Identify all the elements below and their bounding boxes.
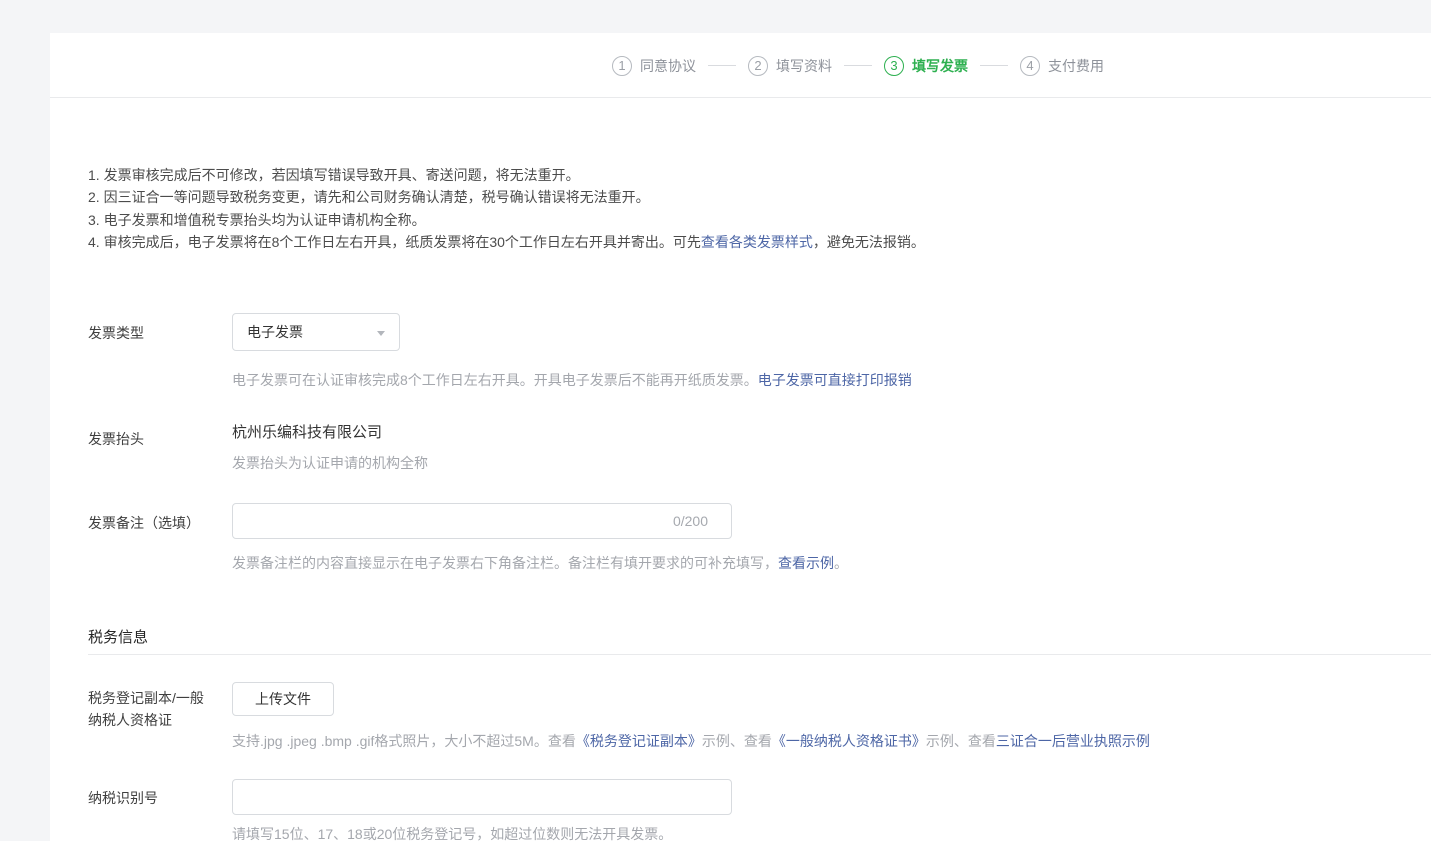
note-line-1: 1. 发票审核完成后不可修改，若因填写错误导致开具、寄送问题，将无法重开。: [88, 164, 1048, 186]
step-2-label: 填写资料: [776, 56, 832, 76]
step-connector: [708, 65, 736, 66]
step-1-circle: 1: [612, 56, 632, 76]
char-counter: 0/200: [673, 513, 708, 529]
invoice-notes: 1. 发票审核完成后不可修改，若因填写错误导致开具、寄送问题，将无法重开。 2.…: [88, 164, 1048, 254]
upload-help: 支持.jpg .jpeg .bmp .gif格式照片，大小不超过5M。查看《税务…: [232, 731, 1150, 751]
note-4-text: 4. 审核完成后，电子发票将在8个工作日左右开具，纸质发票将在30个工作日左右开…: [88, 234, 701, 250]
note-1-text: 1. 发票审核完成后不可修改，若因填写错误导致开具、寄送问题，将无法重开。: [88, 167, 580, 183]
step-fill-info: 2 填写资料: [748, 56, 832, 76]
remark-example-link[interactable]: 查看示例: [778, 555, 834, 571]
step-3-circle: 3: [884, 56, 904, 76]
progress-stepper: 1 同意协议 2 填写资料 3 填写发票 4 支付费用: [612, 33, 1104, 98]
note-line-3: 3. 电子发票和增值税专票抬头均为认证申请机构全称。: [88, 209, 1048, 231]
step-1-label: 同意协议: [640, 56, 696, 76]
note-line-2: 2. 因三证合一等问题导致税务变更，请先和公司财务确认清楚，税号确认错误将无法重…: [88, 186, 1048, 208]
invoice-form-card: 1 同意协议 2 填写资料 3 填写发票 4 支付费用 1. 发票审核完成后不可…: [50, 33, 1431, 841]
step-4-label: 支付费用: [1048, 56, 1104, 76]
step-agree-agreement: 1 同意协议: [612, 56, 696, 76]
taxpayer-cert-example-link[interactable]: 《一般纳税人资格证书》: [772, 733, 926, 749]
tax-id-label: 纳税识别号: [88, 788, 158, 808]
step-header: 1 同意协议 2 填写资料 3 填写发票 4 支付费用: [50, 33, 1431, 98]
tax-id-input[interactable]: [232, 779, 732, 815]
step-3-label: 填写发票: [912, 56, 968, 76]
invoice-remark-field: 0/200: [232, 503, 732, 539]
invoice-title-help: 发票抬头为认证申请的机构全称: [232, 453, 428, 473]
invoice-type-help: 电子发票可在认证审核完成8个工作日左右开具。开具电子发票后不能再开纸质发票。电子…: [232, 370, 912, 390]
tax-cert-label: 税务登记副本/一般纳税人资格证: [88, 687, 204, 731]
upload-file-button[interactable]: 上传文件: [232, 682, 334, 716]
chevron-down-icon: [377, 331, 385, 336]
tax-id-help: 请填写15位、17、18或20位税务登记号，如超过位数则无法开具发票。: [232, 824, 672, 841]
step-connector: [844, 65, 872, 66]
invoice-title-value: 杭州乐编科技有限公司: [232, 421, 382, 442]
step-connector: [980, 65, 1008, 66]
merged-license-example-link[interactable]: 三证合一后营业执照示例: [996, 733, 1150, 749]
print-reimburse-link[interactable]: 电子发票可直接打印报销: [758, 372, 912, 388]
invoice-title-label: 发票抬头: [88, 429, 144, 449]
invoice-type-value: 电子发票: [247, 322, 303, 342]
step-pay-fee: 4 支付费用: [1020, 56, 1104, 76]
note-3-text: 3. 电子发票和增值税专票抬头均为认证申请机构全称。: [88, 212, 426, 228]
note-line-4: 4. 审核完成后，电子发票将在8个工作日左右开具，纸质发票将在30个工作日左右开…: [88, 231, 1048, 253]
tax-section-title: 税务信息: [88, 626, 148, 647]
section-divider: [88, 654, 1431, 655]
tax-registration-example-link[interactable]: 《税务登记证副本》: [576, 733, 702, 749]
invoice-remark-input[interactable]: [232, 503, 732, 539]
invoice-type-label: 发票类型: [88, 323, 144, 343]
invoice-form-page: { "stepper": { "active_step": 3, "steps"…: [0, 0, 1431, 841]
invoice-remark-label: 发票备注（选填）: [88, 513, 200, 533]
invoice-remark-help: 发票备注栏的内容直接显示在电子发票右下角备注栏。备注栏有填开要求的可补充填写，查…: [232, 553, 848, 573]
step-fill-invoice-active: 3 填写发票: [884, 56, 968, 76]
invoice-samples-link[interactable]: 查看各类发票样式: [701, 234, 813, 250]
note-2-text: 2. 因三证合一等问题导致税务变更，请先和公司财务确认清楚，税号确认错误将无法重…: [88, 189, 650, 205]
step-4-circle: 4: [1020, 56, 1040, 76]
invoice-type-select[interactable]: 电子发票: [232, 313, 400, 351]
step-2-circle: 2: [748, 56, 768, 76]
tax-id-field: [232, 779, 732, 815]
